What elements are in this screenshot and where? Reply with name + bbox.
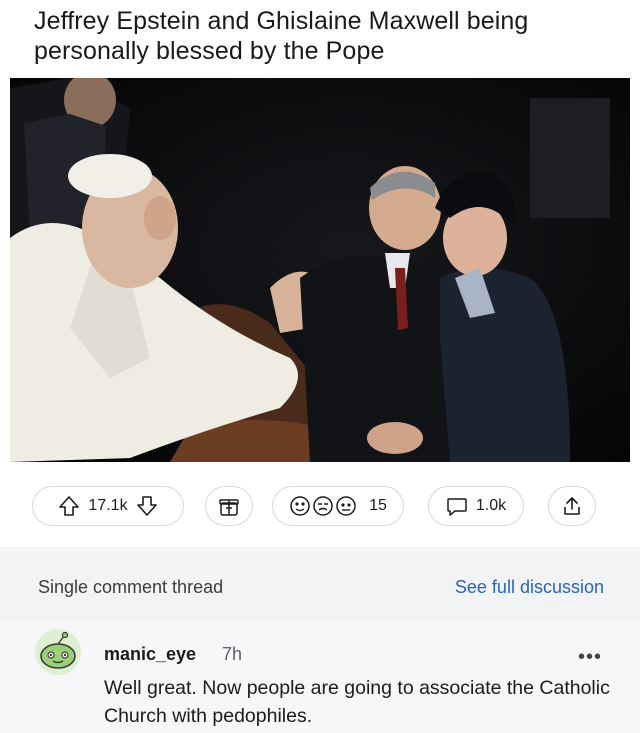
see-full-discussion-link[interactable]: See full discussion <box>455 577 604 598</box>
share-button[interactable] <box>548 486 596 526</box>
share-upload-icon <box>561 495 583 517</box>
gift-icon <box>218 495 240 517</box>
emoji-reactions-icon <box>289 495 361 517</box>
vote-control: 17.1k <box>32 486 184 526</box>
award-button[interactable] <box>205 486 253 526</box>
reactions-count: 15 <box>369 497 387 514</box>
thread-label: Single comment thread <box>38 577 224 597</box>
post-title: Jeffrey Epstein and Ghislaine Maxwell be… <box>34 7 529 65</box>
post-image[interactable] <box>10 78 630 462</box>
vote-count: 17.1k <box>88 497 128 514</box>
more-options-icon[interactable]: ••• <box>578 646 602 669</box>
comment-body: Well great. Now people are going to asso… <box>104 677 610 727</box>
comment-age: 7h <box>222 644 243 664</box>
snoo-avatar-icon <box>35 629 81 675</box>
comments-button[interactable]: 1.0k <box>428 486 524 526</box>
avatar[interactable] <box>34 628 82 676</box>
photo-illustration <box>10 78 630 462</box>
reactions-button[interactable]: 15 <box>272 486 404 526</box>
arrow-down-icon[interactable] <box>136 495 158 517</box>
speech-bubble-icon <box>446 495 468 517</box>
comment-username[interactable]: manic_eye <box>104 644 196 665</box>
arrow-up-icon[interactable] <box>58 495 80 517</box>
post-action-bar: 17.1k 15 1.0k <box>0 486 640 530</box>
comments-count: 1.0k <box>475 497 507 514</box>
